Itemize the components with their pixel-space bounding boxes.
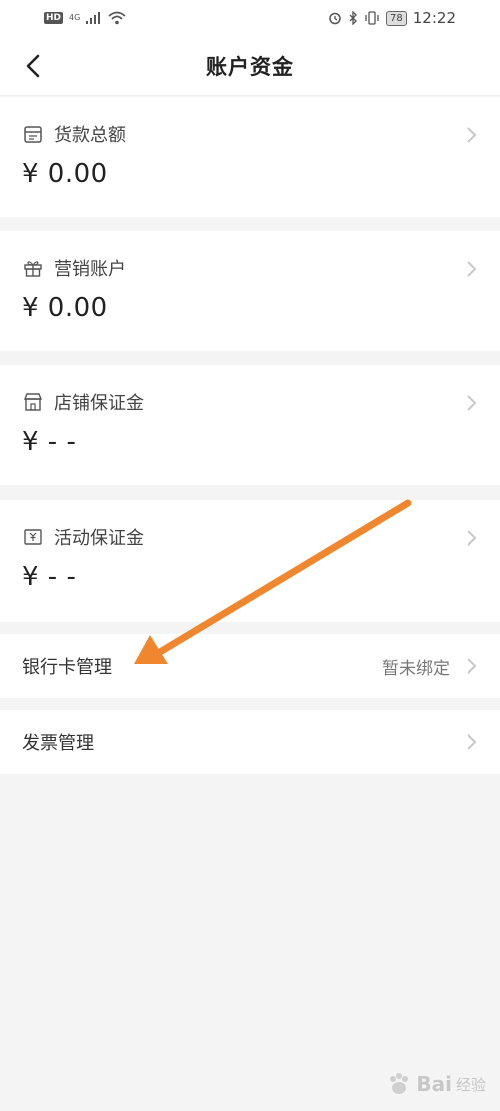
- card-label: 营销账户: [54, 259, 126, 280]
- paw-icon: [390, 1073, 409, 1094]
- store-icon: [22, 391, 44, 413]
- card-amount: ¥ 0.00: [22, 159, 108, 189]
- card-amount: ¥ - -: [22, 562, 77, 592]
- card-header: 营销账户: [22, 255, 126, 281]
- card-label: 店铺保证金: [54, 393, 144, 414]
- bind-status: 暂未绑定: [382, 658, 450, 679]
- baidu-watermark: Bai 经验: [386, 1071, 486, 1097]
- bluetooth-icon: [349, 11, 357, 25]
- back-button[interactable]: [18, 50, 48, 82]
- chevron-right-icon: [467, 127, 477, 143]
- card-activity-deposit[interactable]: 活动保证金 ¥ - -: [0, 500, 500, 622]
- battery-indicator: 78: [386, 10, 407, 26]
- card-header: 货款总额: [22, 121, 126, 147]
- row-label: 银行卡管理: [22, 657, 112, 678]
- wallet-icon: [22, 123, 44, 145]
- card-payment-total[interactable]: 货款总额 ¥ 0.00: [0, 97, 500, 217]
- signal-icon: [86, 12, 101, 24]
- invoice-management-row[interactable]: 发票管理: [0, 710, 500, 774]
- status-right: 78 12:22: [328, 9, 456, 27]
- card-amount: ¥ 0.00: [22, 293, 108, 323]
- network-type: 4G: [69, 13, 81, 22]
- hd-badge: HD: [44, 12, 64, 24]
- chevron-right-icon: [467, 530, 477, 546]
- ticket-icon: [22, 526, 44, 548]
- chevron-right-icon: [467, 261, 477, 277]
- status-left: HD 4G: [44, 11, 126, 25]
- gift-icon: [22, 257, 44, 279]
- alarm-icon: [329, 12, 341, 25]
- status-bar: HD 4G 78 12:22: [0, 0, 500, 36]
- chevron-right-icon: [467, 658, 477, 674]
- status-time: 12:22: [412, 9, 456, 27]
- card-header: 活动保证金: [22, 524, 144, 550]
- card-header: 店铺保证金: [22, 389, 144, 415]
- card-label: 货款总额: [54, 125, 126, 146]
- page-title: 账户资金: [206, 54, 294, 79]
- wifi-icon: [108, 11, 126, 25]
- vibrate-icon: [365, 11, 379, 25]
- watermark-brand: Bai: [416, 1072, 452, 1096]
- chevron-left-icon: [26, 54, 40, 78]
- card-label: 活动保证金: [54, 528, 144, 549]
- row-label: 发票管理: [22, 733, 94, 754]
- bank-card-management-row[interactable]: 银行卡管理 暂未绑定: [0, 634, 500, 698]
- nav-bar: 账户资金: [0, 36, 500, 96]
- card-store-deposit[interactable]: 店铺保证金 ¥ - -: [0, 365, 500, 485]
- chevron-right-icon: [467, 734, 477, 750]
- card-amount: ¥ - -: [22, 427, 77, 457]
- card-marketing-account[interactable]: 营销账户 ¥ 0.00: [0, 231, 500, 351]
- chevron-right-icon: [467, 395, 477, 411]
- watermark-suffix: 经验: [455, 1075, 486, 1094]
